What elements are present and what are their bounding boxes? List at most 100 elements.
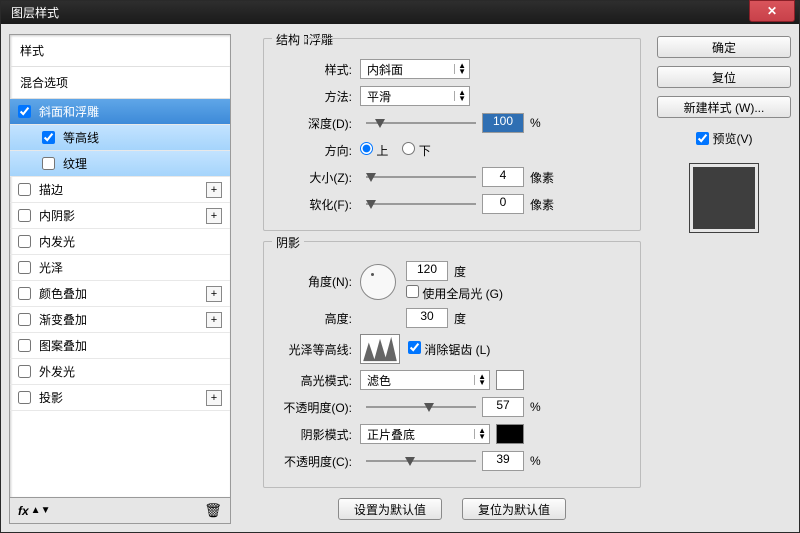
soften-label: 软化(F):: [274, 196, 352, 213]
shadow-opacity-label: 不透明度(C):: [274, 453, 352, 470]
settings-panel: 斜面和浮雕 结构 样式: 内斜面 ▲▼ 方法: 平滑 ▲▼: [239, 34, 649, 524]
effect-drop-shadow[interactable]: 投影 +: [10, 385, 230, 411]
shadow-opacity-input[interactable]: 39: [482, 451, 524, 471]
new-style-button[interactable]: 新建样式 (W)...: [657, 96, 791, 118]
effect-checkbox[interactable]: [18, 339, 31, 352]
right-panel: 确定 复位 新建样式 (W)... 预览(V): [657, 34, 791, 524]
add-instance-button[interactable]: +: [206, 312, 222, 328]
reset-default-button[interactable]: 复位为默认值: [462, 498, 566, 520]
effect-label: 颜色叠加: [39, 285, 87, 302]
gloss-contour-picker[interactable]: [360, 334, 400, 364]
effect-checkbox[interactable]: [18, 209, 31, 222]
select-arrows-icon: ▲▼: [458, 63, 466, 75]
size-input[interactable]: 4: [482, 167, 524, 187]
highlight-opacity-input[interactable]: 57: [482, 397, 524, 417]
altitude-label: 高度:: [274, 310, 352, 327]
shadow-color-swatch[interactable]: [496, 424, 524, 444]
technique-label: 方法:: [274, 88, 352, 105]
effect-label: 内发光: [39, 233, 75, 250]
effect-checkbox[interactable]: [18, 261, 31, 274]
altitude-input[interactable]: 30: [406, 308, 448, 328]
direction-down-radio[interactable]: 下: [402, 142, 430, 159]
add-instance-button[interactable]: +: [206, 390, 222, 406]
depth-label: 深度(D):: [274, 115, 352, 132]
titlebar[interactable]: 图层样式 ✕: [1, 1, 799, 24]
effect-checkbox[interactable]: [18, 391, 31, 404]
antialias-checkbox[interactable]: 消除锯齿 (L): [408, 341, 490, 358]
technique-select[interactable]: 平滑 ▲▼: [360, 86, 470, 106]
highlight-color-swatch[interactable]: [496, 370, 524, 390]
effect-checkbox[interactable]: [42, 157, 55, 170]
styles-header[interactable]: 样式: [10, 35, 230, 67]
preview-checkbox[interactable]: 预览(V): [657, 130, 791, 147]
effect-color-overlay[interactable]: 颜色叠加 +: [10, 281, 230, 307]
size-unit: 像素: [530, 169, 554, 186]
select-arrows-icon: ▲▼: [478, 374, 486, 386]
close-button[interactable]: ✕: [749, 0, 795, 22]
left-footer: fx ▲▼ 🗑: [9, 498, 231, 524]
add-instance-button[interactable]: +: [206, 208, 222, 224]
effect-gradient-overlay[interactable]: 渐变叠加 +: [10, 307, 230, 333]
effect-label: 图案叠加: [39, 337, 87, 354]
effect-label: 光泽: [39, 259, 63, 276]
gloss-contour-label: 光泽等高线:: [274, 341, 352, 358]
effect-label: 渐变叠加: [39, 311, 87, 328]
fx-menu[interactable]: fx: [18, 504, 29, 518]
shadow-mode-select[interactable]: 正片叠底 ▲▼: [360, 424, 490, 444]
angle-unit: 度: [454, 263, 466, 280]
highlight-opacity-slider[interactable]: [366, 400, 476, 414]
depth-slider[interactable]: [366, 116, 476, 130]
effect-checkbox[interactable]: [18, 235, 31, 248]
size-slider[interactable]: [366, 170, 476, 184]
highlight-opacity-label: 不透明度(O):: [274, 399, 352, 416]
effect-texture[interactable]: 纹理: [10, 151, 230, 177]
left-panel: 样式 混合选项 斜面和浮雕 等高线 纹理 描边: [9, 34, 231, 524]
effect-satin[interactable]: 光泽: [10, 255, 230, 281]
angle-input[interactable]: 120: [406, 261, 448, 281]
add-instance-button[interactable]: +: [206, 286, 222, 302]
size-label: 大小(Z):: [274, 169, 352, 186]
soften-input[interactable]: 0: [482, 194, 524, 214]
blend-options-header[interactable]: 混合选项: [10, 67, 230, 99]
style-select[interactable]: 内斜面 ▲▼: [360, 59, 470, 79]
direction-up-radio[interactable]: 上: [360, 142, 388, 159]
highlight-mode-label: 高光模式:: [274, 372, 352, 389]
make-default-button[interactable]: 设置为默认值: [338, 498, 442, 520]
effect-stroke[interactable]: 描边 +: [10, 177, 230, 203]
effect-inner-glow[interactable]: 内发光: [10, 229, 230, 255]
effect-checkbox[interactable]: [18, 287, 31, 300]
add-instance-button[interactable]: +: [206, 182, 222, 198]
close-icon: ✕: [767, 4, 777, 18]
effect-checkbox[interactable]: [18, 365, 31, 378]
ok-button[interactable]: 确定: [657, 36, 791, 58]
effect-contour[interactable]: 等高线: [10, 125, 230, 151]
trash-icon[interactable]: 🗑: [204, 502, 222, 519]
effect-label: 投影: [39, 389, 63, 406]
effect-label: 内阴影: [39, 207, 75, 224]
altitude-unit: 度: [454, 310, 466, 327]
select-arrows-icon: ▲▼: [458, 90, 466, 102]
cancel-button[interactable]: 复位: [657, 66, 791, 88]
depth-input[interactable]: 100: [482, 113, 524, 133]
select-arrows-icon: ▲▼: [478, 428, 486, 440]
effect-checkbox[interactable]: [18, 105, 31, 118]
soften-unit: 像素: [530, 196, 554, 213]
effect-pattern-overlay[interactable]: 图案叠加: [10, 333, 230, 359]
effect-label: 等高线: [63, 129, 99, 146]
effect-label: 纹理: [63, 155, 87, 172]
structure-group: 结构 样式: 内斜面 ▲▼ 方法: 平滑 ▲▼ 深度(D):: [263, 38, 641, 231]
shading-legend: 阴影: [272, 234, 304, 251]
effect-bevel-emboss[interactable]: 斜面和浮雕: [10, 99, 230, 125]
effect-checkbox[interactable]: [18, 313, 31, 326]
structure-legend: 结构: [272, 31, 304, 48]
preview-box: [689, 163, 759, 233]
effect-inner-shadow[interactable]: 内阴影 +: [10, 203, 230, 229]
effect-outer-glow[interactable]: 外发光: [10, 359, 230, 385]
shadow-opacity-slider[interactable]: [366, 454, 476, 468]
soften-slider[interactable]: [366, 197, 476, 211]
global-light-checkbox[interactable]: 使用全局光 (G): [406, 285, 503, 302]
effect-checkbox[interactable]: [18, 183, 31, 196]
effect-checkbox[interactable]: [42, 131, 55, 144]
highlight-mode-select[interactable]: 滤色 ▲▼: [360, 370, 490, 390]
angle-dial[interactable]: [360, 264, 396, 300]
